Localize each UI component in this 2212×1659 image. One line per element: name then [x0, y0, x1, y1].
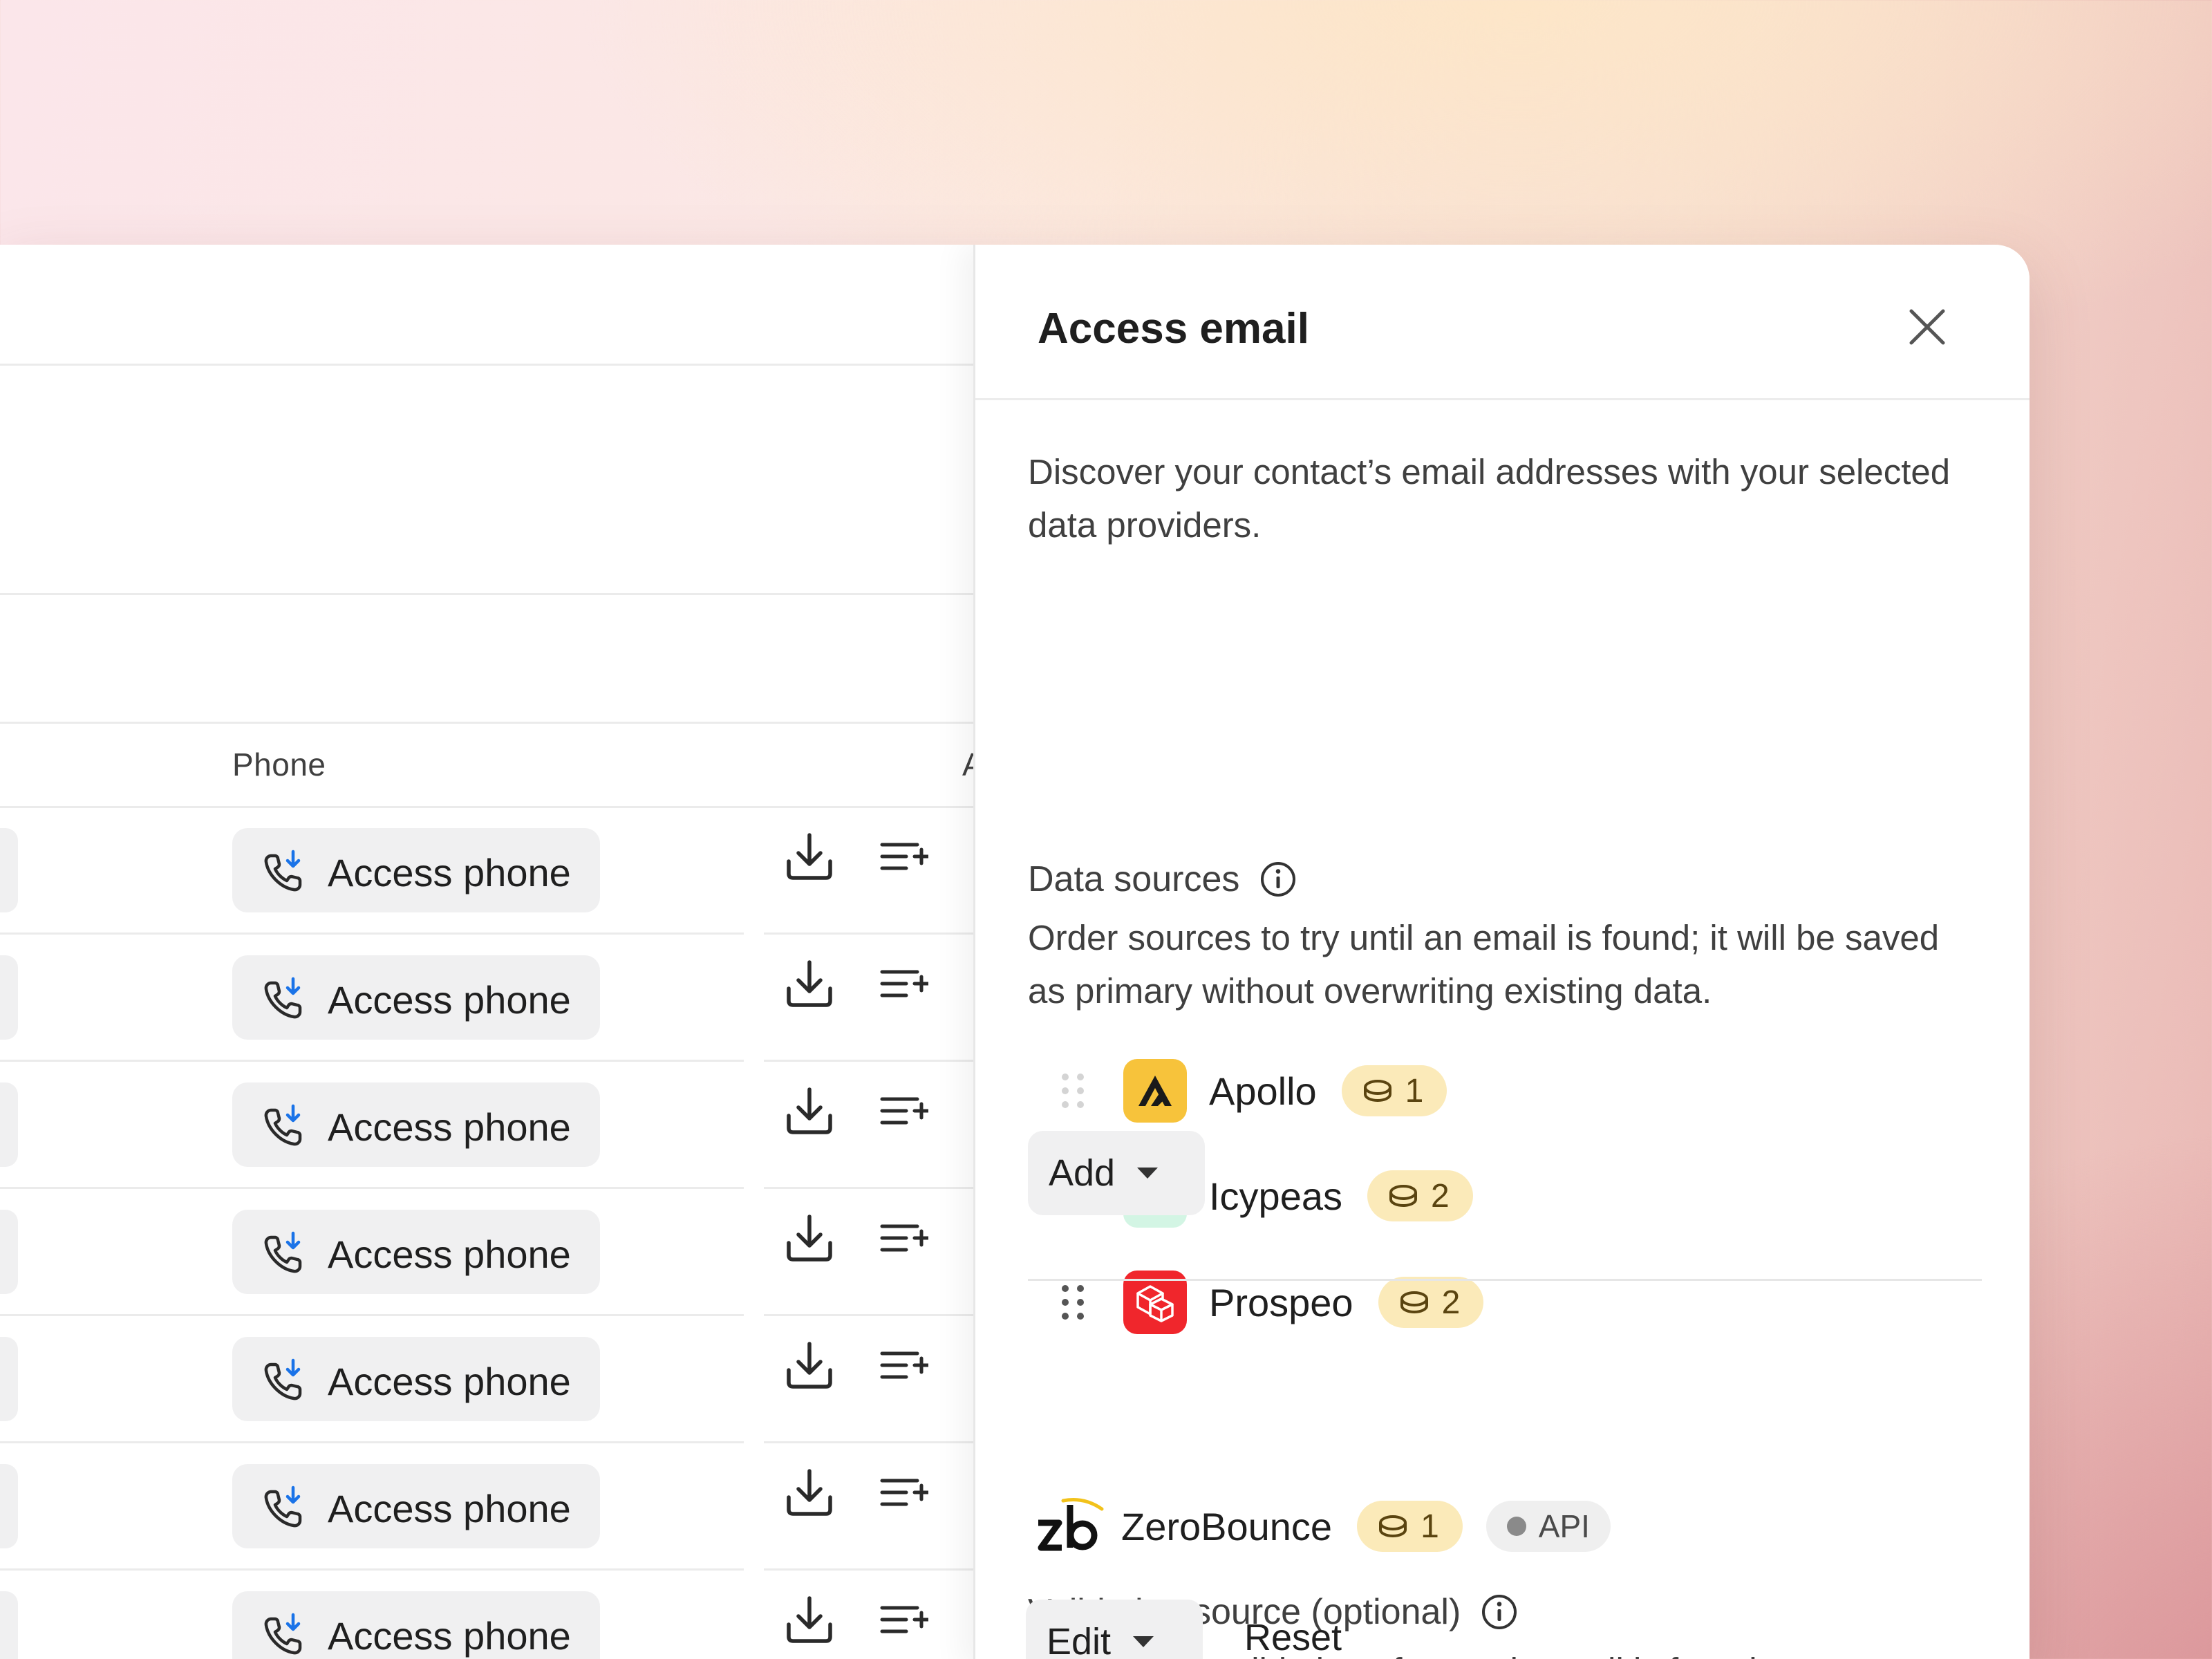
add-to-list-icon[interactable]	[880, 965, 928, 1004]
download-icon[interactable]	[783, 1085, 836, 1138]
access-phone-button[interactable]: Access phone	[232, 1082, 600, 1167]
cell-button[interactable]	[0, 1210, 18, 1294]
download-icon[interactable]	[783, 831, 836, 883]
edit-label: Edit	[1047, 1621, 1112, 1659]
access-phone-label: Access phone	[328, 1232, 571, 1276]
access-phone-label: Access phone	[328, 1487, 571, 1530]
divider	[0, 722, 973, 724]
access-phone-button[interactable]: Access phone	[232, 1464, 600, 1548]
table-row: Access phone	[0, 1062, 973, 1189]
credit-badge: 1	[1357, 1501, 1463, 1552]
reset-button[interactable]: Reset	[1244, 1616, 1342, 1659]
add-to-list-icon[interactable]	[880, 1347, 928, 1385]
access-phone-label: Access phone	[328, 1614, 571, 1658]
access-phone-button[interactable]: Access phone	[232, 828, 600, 912]
cell-button[interactable]	[0, 1337, 18, 1421]
validation-provider-name: ZeroBounce	[1121, 1504, 1333, 1548]
download-icon[interactable]	[783, 958, 836, 1011]
phone-download-icon	[264, 1485, 302, 1528]
contacts-table: Phone A Access phoneAccess phoneAccess p…	[0, 245, 984, 1659]
access-phone-button[interactable]: Access phone	[232, 1210, 600, 1294]
access-phone-label: Access phone	[328, 978, 571, 1022]
table-row: Access phone	[0, 1189, 973, 1316]
status-dot-icon	[1506, 1517, 1526, 1536]
phone-download-icon	[264, 850, 302, 892]
chevron-down-icon	[1133, 1636, 1154, 1647]
api-badge: API	[1485, 1501, 1611, 1552]
access-phone-label: Access phone	[328, 1105, 571, 1149]
phone-download-icon	[264, 1613, 302, 1655]
download-icon[interactable]	[783, 1594, 836, 1647]
cell-button[interactable]	[0, 955, 18, 1040]
coin-icon	[1379, 1515, 1407, 1538]
table-row: Access phone	[0, 1443, 973, 1571]
access-phone-label: Access phone	[328, 851, 571, 894]
panel-lower-region: ZeroBounce 1 API Edit Reset	[973, 245, 2030, 1659]
add-to-list-icon[interactable]	[880, 1474, 928, 1512]
cell-button[interactable]	[0, 1464, 18, 1548]
validation-provider-zerobounce: ZeroBounce 1 API	[1035, 1485, 1611, 1568]
credit-count: 1	[1421, 1508, 1439, 1545]
add-to-list-icon[interactable]	[880, 838, 928, 877]
zerobounce-logo-icon	[1038, 1498, 1104, 1551]
download-icon[interactable]	[783, 1212, 836, 1265]
table-row: Access phone	[0, 935, 973, 1062]
phone-download-icon	[264, 1104, 302, 1146]
phone-download-icon	[264, 1358, 302, 1400]
table-row: Access phone	[0, 807, 973, 935]
add-to-list-icon[interactable]	[880, 1219, 928, 1258]
phone-download-icon	[264, 977, 302, 1019]
access-phone-button[interactable]: Access phone	[232, 1337, 600, 1421]
api-label: API	[1538, 1508, 1590, 1544]
add-to-list-icon[interactable]	[880, 1601, 928, 1640]
divider	[0, 364, 973, 366]
access-phone-button[interactable]: Access phone	[232, 955, 600, 1040]
table-row: Access phone	[0, 1316, 973, 1443]
access-phone-button[interactable]: Access phone	[232, 1591, 600, 1659]
download-icon[interactable]	[783, 1467, 836, 1519]
divider	[0, 593, 973, 595]
edit-validation-button[interactable]: Edit	[1026, 1600, 1203, 1659]
table-row: Access phone	[0, 1571, 973, 1659]
access-phone-label: Access phone	[328, 1360, 571, 1403]
phone-download-icon	[264, 1231, 302, 1273]
column-header-phone[interactable]: Phone	[232, 746, 326, 783]
add-to-list-icon[interactable]	[880, 1092, 928, 1131]
cell-button[interactable]	[0, 1082, 18, 1167]
cell-button[interactable]	[0, 1591, 18, 1659]
download-icon[interactable]	[783, 1340, 836, 1392]
cell-button[interactable]	[0, 828, 18, 912]
